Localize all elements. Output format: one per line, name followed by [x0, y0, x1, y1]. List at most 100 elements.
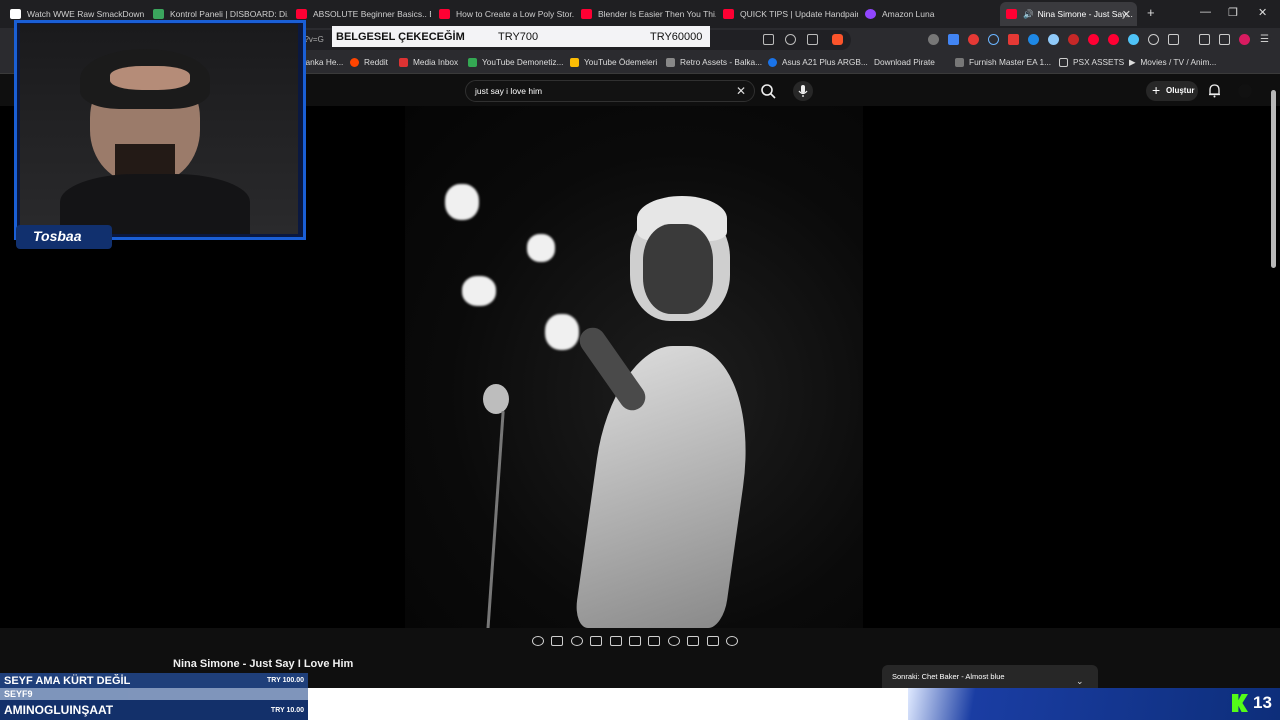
donation-title: BELGESEL ÇEKECEĞİM	[336, 30, 465, 43]
donor-amount: TRY 100.00	[267, 677, 304, 684]
stream-bottom-accent	[908, 688, 1280, 720]
screenshot-icon[interactable]	[1168, 34, 1179, 45]
maximize-button[interactable]: ❐	[1228, 6, 1238, 19]
bookmark-label: Retro Assets - Balka...	[680, 57, 763, 67]
donation-goal-banner: BELGESEL ÇEKECEĞİM TRY700 TRY60000	[332, 26, 710, 47]
extension-icon[interactable]	[928, 34, 939, 45]
share-icon[interactable]	[807, 34, 818, 45]
donor-name: AMINOGLUINŞAAT	[4, 703, 114, 717]
flash-icon[interactable]	[1008, 34, 1019, 45]
notifications-button[interactable]	[1208, 84, 1221, 103]
gear-icon[interactable]	[726, 636, 739, 646]
bookmark-label: Furnish Master EA 1...	[969, 57, 1052, 67]
youtube-icon	[723, 9, 734, 19]
ublock-icon[interactable]	[1068, 34, 1079, 45]
singer-dress	[573, 346, 763, 628]
unity-icon	[666, 57, 675, 67]
bookmark-item[interactable]: Furnish Master EA 1...	[955, 57, 1051, 67]
close-tab-icon[interactable]: ✕	[1122, 8, 1131, 21]
avatar[interactable]	[1238, 84, 1252, 98]
luna-icon	[865, 9, 876, 19]
bookmark-item[interactable]: ▶ Movies / TV / Anim...	[1129, 57, 1216, 67]
singer-face	[643, 224, 713, 314]
puzzle-icon[interactable]	[1148, 34, 1159, 45]
donor-name: SEYF9	[4, 689, 33, 699]
theater-icon[interactable]	[648, 636, 661, 646]
tab-absolute-beginner[interactable]: ABSOLUTE Beginner Basics.. Bl...	[296, 2, 431, 26]
youtube-ext2-icon[interactable]	[1108, 34, 1119, 45]
video-enhancer-toolbar	[528, 632, 742, 650]
broadcast-icon[interactable]	[570, 636, 583, 646]
tab-amazon-luna[interactable]: Amazon Luna	[865, 2, 995, 26]
cast-icon[interactable]	[763, 34, 774, 45]
tab-quick-tips[interactable]: QUICK TIPS | Update Handpain...	[723, 2, 858, 26]
donor-row: SEYF9	[0, 688, 308, 700]
tab-label: How to Create a Low Poly Stor...	[456, 9, 574, 19]
bookmark-item[interactable]: Asus A21 Plus ARGB...	[768, 57, 868, 67]
search-button[interactable]	[757, 80, 781, 102]
clear-search-icon[interactable]: ✕	[736, 84, 746, 98]
vpn-icon[interactable]	[1028, 34, 1039, 45]
tab-low-poly[interactable]: How to Create a Low Poly Stor...	[439, 2, 574, 26]
menu-icon[interactable]: ☰	[1260, 34, 1271, 45]
sort-icon[interactable]	[551, 636, 564, 646]
search-input[interactable]: just say i love him	[465, 80, 755, 102]
next-title: Chet Baker - Almost blue	[921, 672, 1005, 681]
stage-light	[462, 276, 496, 306]
voice-search-button[interactable]	[793, 81, 813, 101]
camera-icon[interactable]	[706, 636, 719, 646]
bookmark-item[interactable]: Download Pirate	[874, 57, 935, 67]
check-icon	[768, 57, 777, 67]
bookmark-item[interactable]: Retro Assets - Balka...	[666, 57, 762, 67]
new-tab-button[interactable]: +	[1147, 5, 1155, 20]
translate-icon[interactable]	[948, 34, 959, 45]
youtube-icon	[296, 9, 307, 19]
bookmark-item[interactable]: Reddit	[350, 57, 388, 67]
bookmark-item[interactable]: Banka He...	[300, 57, 343, 67]
disboard-icon	[153, 9, 164, 19]
donor-name: SEYF AMA KÜRT DEĞİL	[4, 674, 131, 687]
brave-shield-icon[interactable]	[832, 34, 843, 45]
bookmark-item[interactable]: Media Inbox	[399, 57, 458, 67]
chevron-down-icon[interactable]: ⌄	[1076, 676, 1084, 687]
youtube-ext-icon[interactable]	[1088, 34, 1099, 45]
bookmark-item[interactable]: PSX ASSETS	[1059, 57, 1124, 67]
donor-amount: TRY 10.00	[270, 706, 304, 714]
tab-blender[interactable]: Blender Is Easier Then You Thi...	[581, 2, 716, 26]
page-scrollbar[interactable]	[1271, 90, 1276, 268]
broadcast-icon[interactable]	[988, 34, 999, 45]
minimize-button[interactable]: —	[1200, 6, 1211, 18]
folder-icon	[1059, 57, 1068, 67]
screen-icon[interactable]	[590, 636, 603, 646]
create-label: Oluştur	[1166, 86, 1195, 95]
reddit-icon	[350, 57, 359, 67]
adblock-icon[interactable]	[968, 34, 979, 45]
speaker-icon: 🔊	[1023, 8, 1034, 19]
donation-current: TRY700	[498, 30, 539, 43]
zoom-icon[interactable]	[785, 34, 796, 45]
picture-in-picture-icon[interactable]	[687, 636, 700, 646]
tab-label: QUICK TIPS | Update Handpain...	[740, 9, 858, 19]
tab-label: Blender Is Easier Then You Thi...	[598, 9, 716, 19]
donor-row: AMINOGLUINŞAAT TRY 10.00	[0, 700, 308, 720]
seven-tv-icon[interactable]	[1128, 34, 1139, 45]
filmstrip-icon[interactable]	[609, 636, 622, 646]
profile-icon[interactable]	[1239, 34, 1250, 45]
loop-icon[interactable]	[531, 636, 544, 646]
bookmark-item[interactable]: YouTube Demonetiz...	[468, 57, 563, 67]
gmail-icon	[399, 57, 408, 67]
tab-nina-simone[interactable]: 🔊 Nina Simone - Just Say... ✕	[1000, 2, 1137, 26]
globe-icon[interactable]	[1048, 34, 1059, 45]
speed-icon[interactable]	[667, 636, 680, 646]
video-title: Nina Simone - Just Say I Love Him	[173, 658, 354, 670]
bookmark-label: Download Pirate	[874, 57, 935, 67]
donor-row: SEYF AMA KÜRT DEĞİL TRY 100.00	[0, 673, 308, 688]
close-window-button[interactable]: ✕	[1258, 6, 1267, 19]
mic-stand	[486, 411, 505, 628]
expand-icon[interactable]	[628, 636, 641, 646]
tab-label: ABSOLUTE Beginner Basics.. Bl...	[313, 9, 431, 19]
sidebar-icon[interactable]	[1219, 34, 1230, 45]
music-icon[interactable]	[1199, 34, 1210, 45]
bookmark-item[interactable]: YouTube Ödemeleri	[570, 57, 657, 67]
streamer-nametag: Tosbaa	[16, 225, 112, 249]
